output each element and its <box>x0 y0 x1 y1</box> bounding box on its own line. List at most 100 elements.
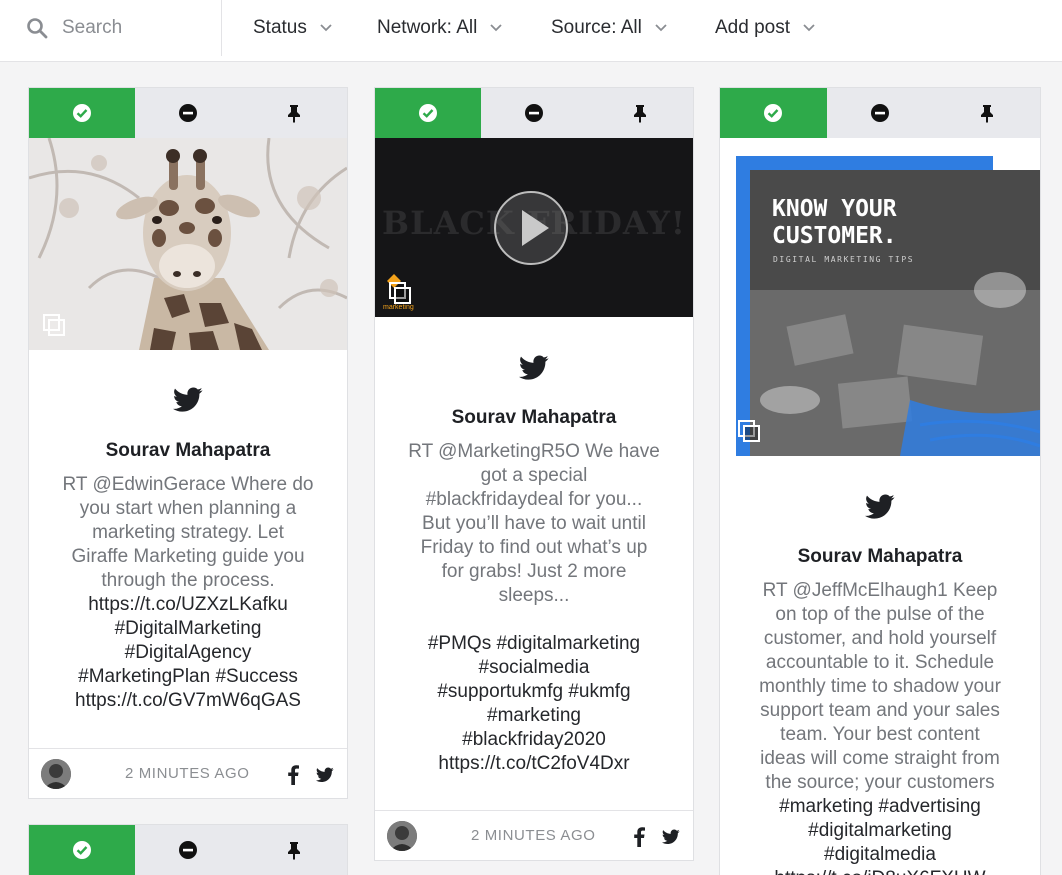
approve-button[interactable] <box>720 88 827 138</box>
gallery-icon <box>389 282 411 304</box>
image-subtitle: DIGITAL MARKETING TIPS <box>773 255 915 264</box>
twitter-icon[interactable] <box>662 829 680 845</box>
post-text-line: marketing strategy. Let <box>92 522 284 543</box>
pin-button[interactable] <box>241 88 347 138</box>
block-button[interactable] <box>827 88 934 138</box>
facebook-icon[interactable] <box>633 827 645 847</box>
post-text-line: sleeps... <box>498 585 570 606</box>
moderation-bar <box>29 825 347 875</box>
post-text-line: RT @EdwinGerace Where do <box>62 474 314 495</box>
source-filter-label: Source: All <box>551 17 642 38</box>
post-text-line: #DigitalAgency <box>124 642 252 663</box>
source-filter[interactable]: Source: All <box>551 0 668 56</box>
post-text-line <box>389 608 679 632</box>
post-text-line: #marketing #advertising <box>779 796 981 817</box>
chevron-down-icon <box>490 24 502 32</box>
minus-circle-icon <box>871 104 889 122</box>
post-text-line: monthly time to shadow your <box>759 676 1001 697</box>
post-text-line: through the process. <box>101 570 275 591</box>
approve-button[interactable] <box>29 825 135 875</box>
network-badge <box>375 355 693 381</box>
check-circle-icon <box>73 841 91 859</box>
post-text-line: customer, and hold yourself <box>763 628 997 649</box>
minus-circle-icon <box>525 104 543 122</box>
post-timestamp: 2 MINUTES AGO <box>471 827 596 844</box>
post-text-line: #DigitalMarketing <box>114 618 262 639</box>
minus-circle-icon <box>179 841 197 859</box>
post-text-line: #MarketingPlan #Success <box>78 666 298 687</box>
pin-button[interactable] <box>587 88 693 138</box>
post-text-line: https://t.co/UZXzLKafku <box>88 594 288 615</box>
post-text-line: support team and your sales <box>760 700 1000 721</box>
image-headline: KNOW YOUR CUSTOMER. <box>772 196 897 250</box>
pin-button[interactable] <box>933 88 1040 138</box>
post-footer: 2 MINUTES AGO <box>375 810 693 860</box>
moderation-bar <box>375 88 693 138</box>
pin-icon <box>980 105 993 123</box>
twitter-icon <box>173 387 203 412</box>
approve-button[interactable] <box>29 88 135 138</box>
approve-button[interactable] <box>375 88 481 138</box>
post-timestamp: 2 MINUTES AGO <box>125 765 250 782</box>
post-video[interactable]: BLACK FRIDAY! marketing <box>375 138 693 317</box>
image-headline-line-2: CUSTOMER. <box>772 223 897 249</box>
post-text-line: #digitalmedia <box>824 844 936 865</box>
status-filter-label: Status <box>253 17 307 38</box>
moderation-bar <box>29 88 347 138</box>
post-footer: 2 MINUTES AGO <box>29 748 347 798</box>
post-image[interactable]: KNOW YOUR CUSTOMER. DIGITAL MARKETING TI… <box>720 138 1040 458</box>
image-headline-line-1: KNOW YOUR <box>772 196 897 222</box>
pin-button[interactable] <box>241 825 347 875</box>
chevron-down-icon <box>803 24 815 32</box>
twitter-icon <box>865 494 895 519</box>
post-text-line: accountable to it. Schedule <box>765 652 995 673</box>
post-text-line: #marketing <box>487 705 581 726</box>
post-text-line: https://t.co/GV7mW6qGAS <box>75 690 301 711</box>
post-author: Sourav Mahapatra <box>451 407 617 428</box>
post-text-line: #digitalmarketing <box>808 820 952 841</box>
network-filter-label: Network: All <box>377 17 478 38</box>
post-text-line: But you’ll have to wait until <box>422 513 646 534</box>
post-text-line: #PMQs #digitalmarketing <box>427 633 641 654</box>
search-icon <box>27 18 48 39</box>
post-text-line: #supportukmfg #ukmfg <box>437 681 631 702</box>
post-card <box>28 824 348 875</box>
search-box[interactable]: Search <box>0 0 222 56</box>
add-post-label: Add post <box>715 17 790 38</box>
block-button[interactable] <box>135 88 241 138</box>
network-badge <box>29 387 347 413</box>
post-text-line: #blackfriday2020 <box>462 729 606 750</box>
add-post-dropdown[interactable]: Add post <box>715 0 816 56</box>
post-text-line: #blackfridaydeal for you... <box>425 489 643 510</box>
gallery-icon <box>738 420 760 442</box>
post-text: RT @MarketingR5O We have got a special #bl… <box>389 440 679 776</box>
network-filter[interactable]: Network: All <box>377 0 503 56</box>
check-circle-icon <box>419 104 437 122</box>
giraffe-photo <box>29 138 347 350</box>
block-button[interactable] <box>481 88 587 138</box>
post-text: RT @JeffMcElhaugh1 Keep on top of the pul… <box>734 579 1026 875</box>
play-icon[interactable] <box>493 190 569 266</box>
post-text: RT @EdwinGerace Where do you start when p… <box>43 473 333 713</box>
twitter-icon <box>519 355 549 380</box>
post-card: Sourav Mahapatra RT @EdwinGerace Where d… <box>28 87 348 799</box>
post-card: BLACK FRIDAY! marketing Sourav Mahapatra… <box>374 87 694 861</box>
gallery-icon <box>43 314 65 336</box>
post-text-line: RT @JeffMcElhaugh1 Keep <box>762 580 998 601</box>
post-author: Sourav Mahapatra <box>797 546 963 567</box>
post-card: KNOW YOUR CUSTOMER. DIGITAL MARKETING TI… <box>719 87 1041 875</box>
post-image[interactable] <box>29 138 347 350</box>
post-text-line: team. Your best content <box>780 724 980 745</box>
search-input[interactable]: Search <box>62 17 122 39</box>
status-filter[interactable]: Status <box>253 0 333 56</box>
check-circle-icon <box>764 104 783 122</box>
moderation-bar <box>720 88 1040 138</box>
twitter-icon[interactable] <box>316 767 334 783</box>
block-button[interactable] <box>135 825 241 875</box>
post-author: Sourav Mahapatra <box>105 440 271 461</box>
pin-icon <box>634 105 646 123</box>
facebook-icon[interactable] <box>287 765 299 785</box>
post-text-line: Friday to find out what’s up <box>420 537 648 558</box>
post-text-line: on top of the pulse of the <box>775 604 985 625</box>
check-circle-icon <box>73 104 91 122</box>
